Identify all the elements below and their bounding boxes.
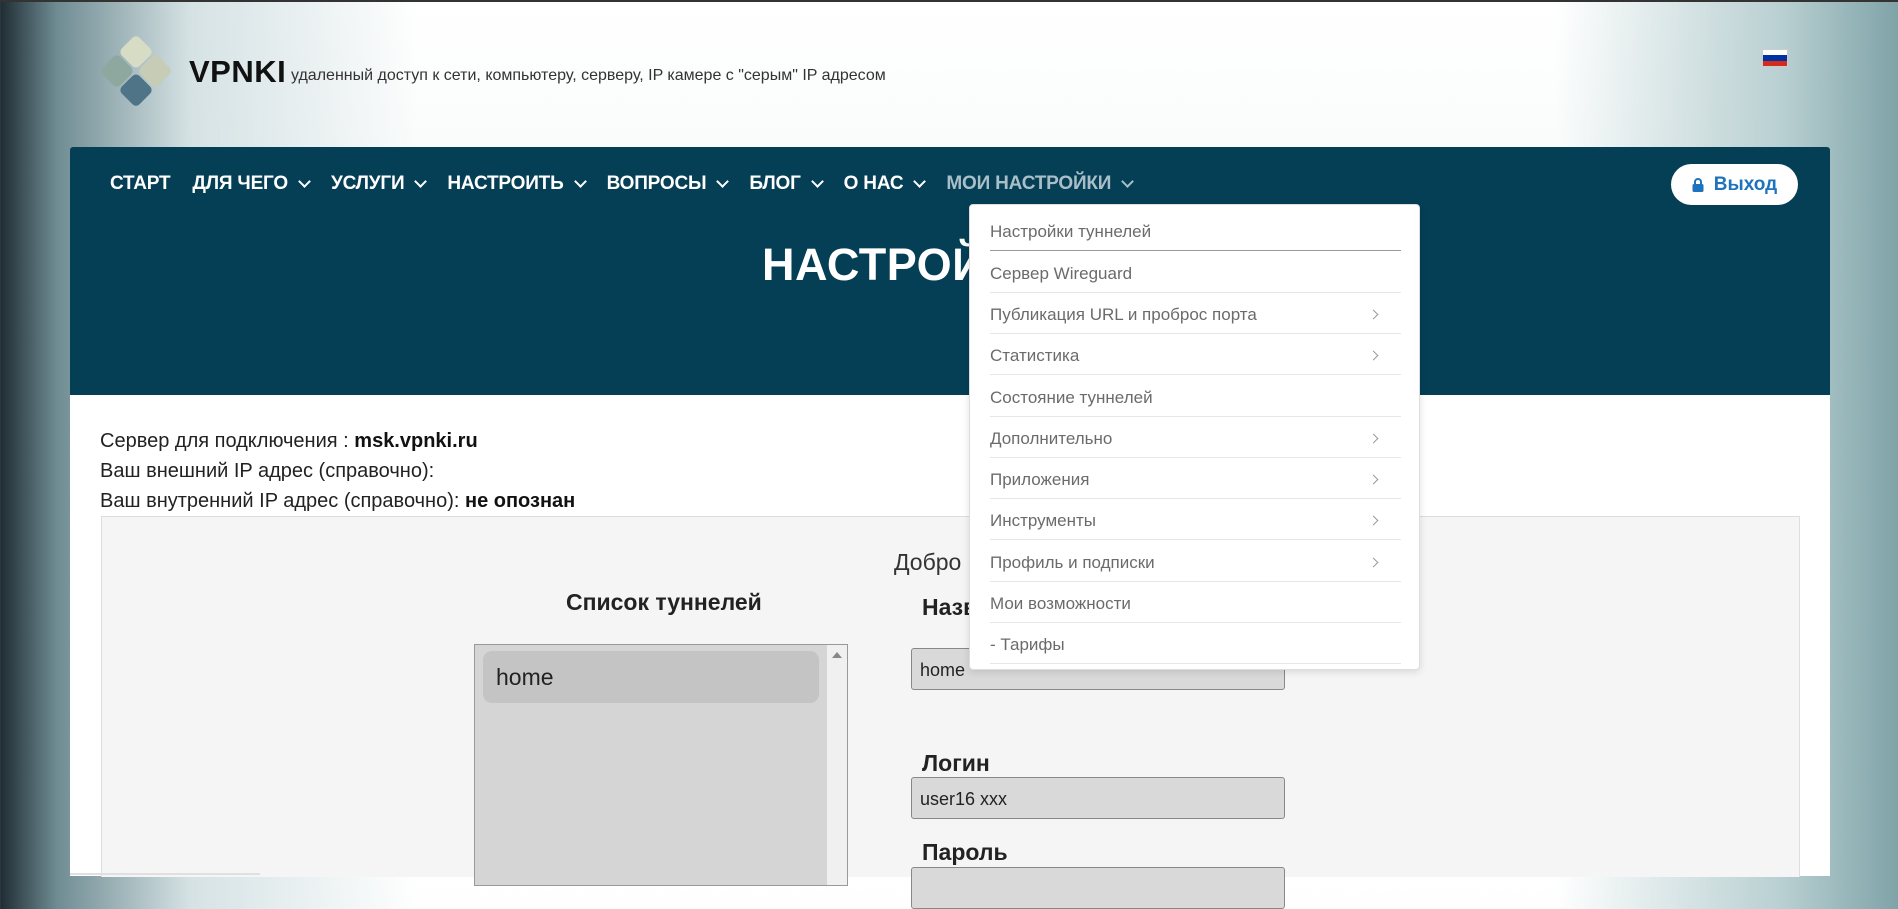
chevron-right-icon [1368,515,1379,526]
password-field[interactable] [911,867,1285,909]
menu-item-tools[interactable]: Инструменты [990,500,1401,540]
chevron-down-icon [573,175,587,188]
external-ip-label: Ваш внешний IP адрес (справочно): [100,460,435,482]
menu-item-wireguard-server[interactable]: Сервер Wireguard [990,253,1401,293]
chevron-down-icon [1121,175,1135,188]
chevron-down-icon [298,175,311,188]
menu-item-tunnel-status[interactable]: Состояние туннелей [990,377,1401,417]
external-ip-info: Ваш внешний IP адрес (справочно): [100,460,434,483]
server-value: msk.vpnki.ru [354,430,478,452]
chevron-down-icon [716,175,730,188]
nav-item-questions[interactable]: ВОПРОСЫ [607,173,730,195]
chevron-right-icon [1368,433,1379,444]
menu-item-additional[interactable]: Дополнительно [990,418,1401,458]
internal-ip-label: Ваш внутренний IP адрес (справочно): [100,490,465,512]
server-label: Сервер для подключения : [100,430,355,452]
scroll-up-icon[interactable] [832,652,842,658]
tagline: удаленный доступ к сети, компьютеру, сер… [291,67,886,84]
tunnel-panel: Добро пожаловать, поль Список туннелей h… [101,516,1800,909]
menu-item-my-capabilities[interactable]: Мои возможности [990,583,1401,623]
menu-item-tariffs[interactable]: - Тарифы [990,624,1401,664]
chevron-right-icon [1368,474,1379,485]
nav-item-blog[interactable]: БЛОГ [749,173,824,195]
chevron-down-icon [810,175,824,188]
chevron-right-icon [1368,350,1379,361]
vpnki-logo[interactable] [98,33,174,109]
menu-item-applications[interactable]: Приложения [990,459,1401,499]
welcome-text: Добро пожаловать, поль [893,549,1157,575]
scrollbar[interactable] [827,645,847,885]
nav-item-setup[interactable]: НАСТРОИТЬ [447,173,587,195]
logout-label: Выход [1713,173,1778,195]
russian-flag-icon[interactable] [1762,49,1788,67]
tunnel-listbox[interactable]: home [474,644,848,886]
internal-ip-info: Ваш внутренний IP адрес (справочно): не … [100,490,575,513]
navbar: СТАРТ ДЛЯ ЧЕГО УСЛУГИ НАСТРОИТЬ ВОПРОСЫ … [70,147,1830,395]
nav-item-services[interactable]: УСЛУГИ [331,173,428,195]
brand-name[interactable]: VPNKI [189,54,286,90]
login-label: Логин [922,750,990,776]
login-field[interactable]: user16 xxx [911,777,1285,819]
nav-item-what-for[interactable]: ДЛЯ ЧЕГО [192,173,311,195]
menu-item-profile-subscriptions[interactable]: Профиль и подписки [990,542,1401,582]
nav-item-about[interactable]: О НАС [844,173,927,195]
lock-icon [1692,177,1704,192]
chevron-down-icon [414,175,428,188]
chevron-right-icon [1368,309,1379,320]
nav-item-start[interactable]: СТАРТ [110,173,171,195]
my-settings-dropdown: Настройки туннелей Сервер Wireguard Публ… [969,204,1420,670]
menu-item-statistics[interactable]: Статистика [990,335,1401,375]
tunnel-list-title: Список туннелей [566,589,762,615]
chevron-down-icon [913,175,927,188]
server-info: Сервер для подключения : msk.vpnki.ru [100,430,478,453]
chevron-right-icon [1368,557,1379,568]
menu-item-tunnel-settings[interactable]: Настройки туннелей [990,211,1401,251]
logout-button[interactable]: Выход [1671,164,1798,205]
divider [70,873,260,875]
list-item[interactable]: home [483,651,819,703]
password-label: Пароль [922,839,1008,865]
main-nav: СТАРТ ДЛЯ ЧЕГО УСЛУГИ НАСТРОИТЬ ВОПРОСЫ … [110,169,1154,199]
menu-item-url-publishing[interactable]: Публикация URL и проброс порта [990,294,1401,334]
nav-item-my-settings[interactable]: МОИ НАСТРОЙКИ [946,173,1135,195]
internal-ip-value: не опознан [465,490,576,512]
main-content: Сервер для подключения : msk.vpnki.ru Ва… [70,395,1830,909]
